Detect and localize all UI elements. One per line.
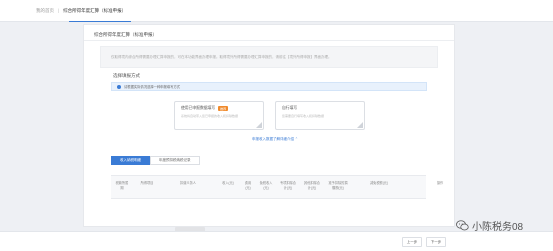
column-header: 费用(元): [244, 181, 252, 190]
option-card-manual[interactable]: 自行填写 您需要自行填写收入和扣除数据: [275, 101, 365, 130]
page-title: 综合所得年度汇算（标准申报）: [94, 32, 157, 37]
column-header: 扣缴义务人: [180, 181, 196, 185]
divider: [84, 40, 454, 41]
corner-check-icon: [256, 122, 262, 128]
column-header: 免税收入(元): [259, 181, 273, 190]
column-header: 专项扣除合计(元): [280, 181, 296, 190]
footer-bar: 上一步 下一步: [0, 231, 553, 251]
notice-bar: 请根据实际情况选择一种申报填写方式: [111, 82, 427, 91]
column-header: 其他扣除合计(元): [304, 181, 320, 190]
watermark-text: 小陈税务08: [472, 222, 524, 233]
column-header: 操作: [436, 181, 444, 185]
option-title: 自行填写: [282, 106, 298, 110]
column-header: 收入(元): [222, 181, 234, 185]
column-header: 税款所属期: [115, 181, 129, 190]
intro-text: 仅取得境内综合所得需要办理汇算申报的，可在本功能界面办理申报。取得境外所得需要办…: [111, 54, 332, 59]
corner-check-icon: [357, 122, 363, 128]
tab-income-detail[interactable]: 收入纳税明细: [111, 156, 150, 165]
intro-box: 仅取得境内综合所得需要办理汇算申报的，可在本功能界面办理申报。取得境外所得需要办…: [100, 46, 438, 68]
column-header: 减免税额(元): [369, 181, 389, 185]
tab-bar: 收入纳税明细 年度预扣税纳税记录: [111, 156, 200, 165]
notice-text: 请根据实际情况选择一种申报填写方式: [124, 85, 181, 89]
column-header: 所得项目: [140, 181, 154, 185]
breadcrumb-active-indicator: [69, 20, 131, 22]
option-title: 使用已申报数据填写: [181, 106, 216, 110]
wechat-icon: [456, 220, 469, 231]
section-title: 选择填报方式: [113, 73, 140, 78]
option-card-prefill[interactable]: 使用已申报数据填写 推荐 系统将自动带入您已申报的收入和扣除数据: [174, 101, 264, 130]
column-header: 准予扣除的捐赠额(元): [328, 181, 348, 190]
watermark: 小陈税务08: [456, 218, 523, 233]
breadcrumb-bar: 我的首页 | 综合所得年度汇算（标准申报）: [0, 0, 553, 22]
recommend-badge: 推荐: [218, 106, 229, 111]
chevron-up-icon: ⌃: [294, 137, 298, 141]
breadcrumb-current: 综合所得年度汇算（标准申报）: [63, 7, 127, 13]
breadcrumb-separator: |: [58, 8, 60, 13]
option-desc: 您需要自行填写收入和扣除数据: [282, 114, 325, 118]
table-header: 税款所属期 所得项目 扣缴义务人 收入(元) 费用(元) 免税收入(元) 专项扣…: [111, 175, 443, 199]
info-icon: [117, 84, 121, 89]
breadcrumb-home[interactable]: 我的首页: [36, 8, 54, 14]
main-panel: 综合所得年度汇算（标准申报） 仅取得境内综合所得需要办理汇算申报的，可在本功能界…: [83, 24, 455, 246]
prev-button[interactable]: 上一步: [402, 237, 422, 247]
option-desc: 系统将自动带入您已申报的收入和扣除数据: [181, 114, 239, 118]
option-help-link[interactable]: 申报收入数据了解详细介绍 ⌃: [252, 137, 298, 142]
next-button[interactable]: 下一步: [426, 237, 446, 247]
tab-prepaid-tax-record[interactable]: 年度预扣税纳税记录: [150, 156, 200, 165]
